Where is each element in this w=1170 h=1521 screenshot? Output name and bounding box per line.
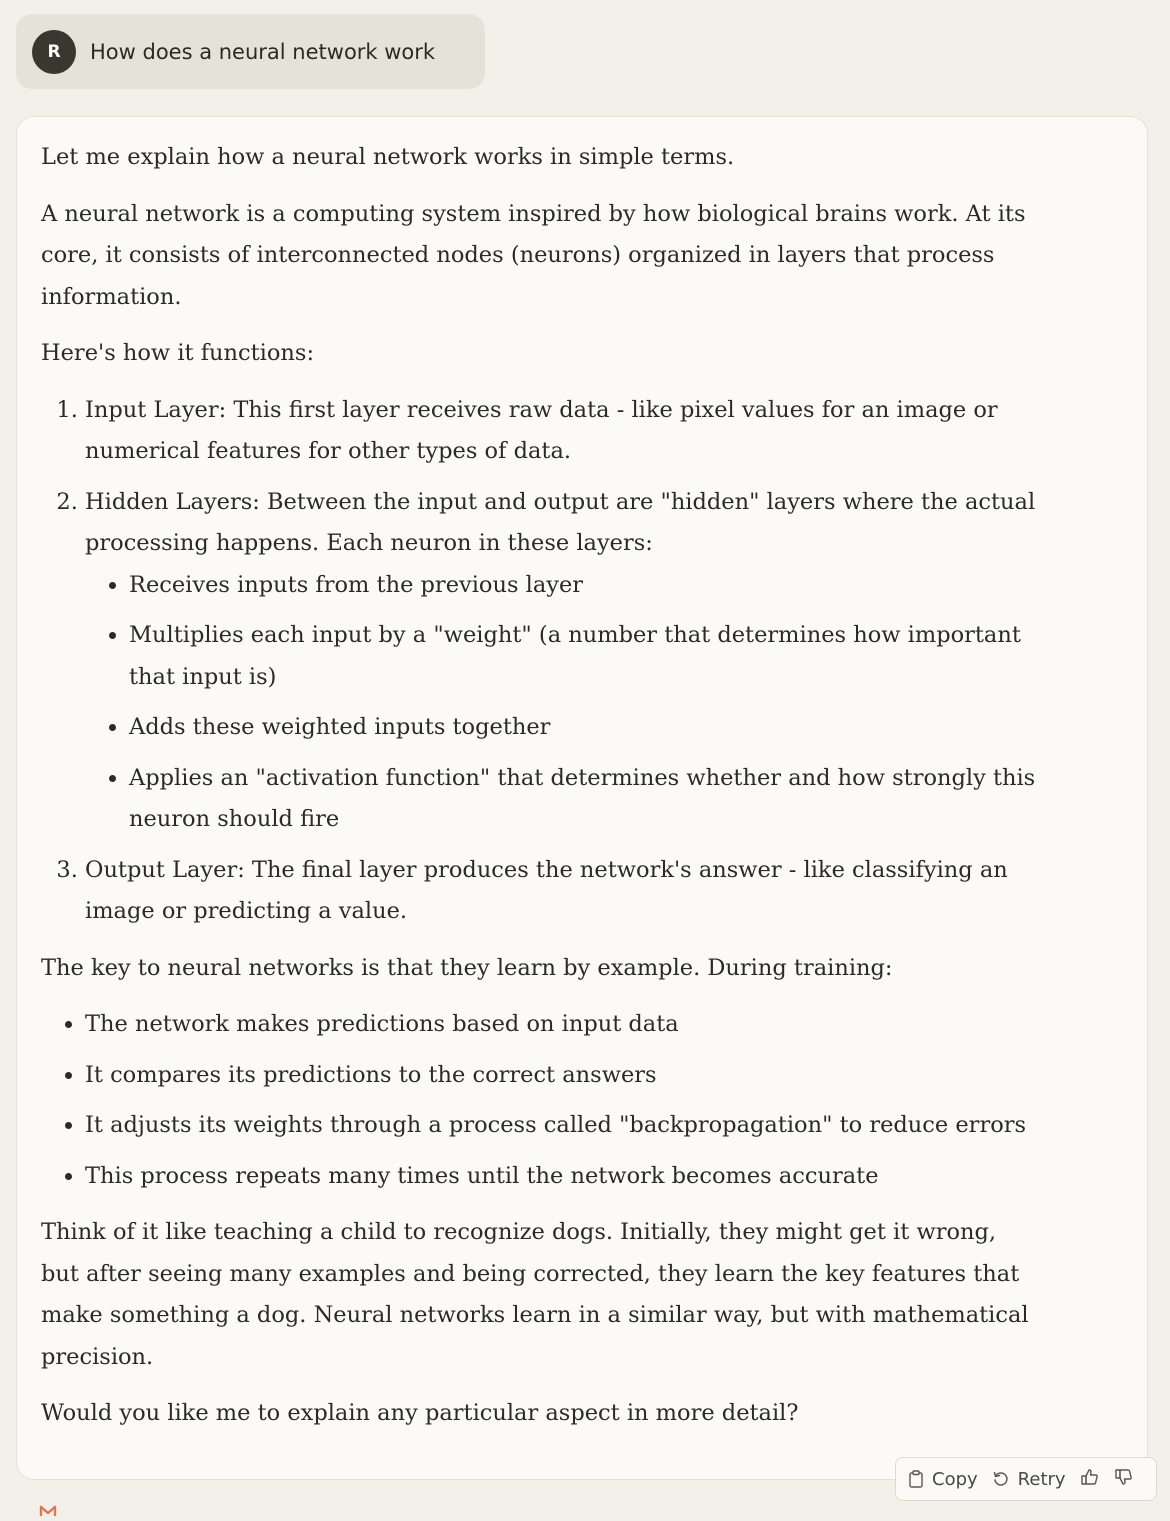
thumbs-down-icon [1114, 1467, 1134, 1492]
clipboard-icon [908, 1470, 924, 1488]
user-message-bubble: R How does a neural network work [16, 14, 485, 89]
user-message-text: How does a neural network work [90, 39, 436, 64]
step-text: Input Layer: This first layer receives r… [85, 396, 998, 465]
training-list: The network makes predictions based on i… [41, 1004, 1037, 1197]
retry-label: Retry [1017, 1468, 1066, 1490]
list-item: Hidden Layers: Between the input and out… [85, 482, 1037, 841]
assistant-logo-icon [36, 1501, 62, 1517]
avatar[interactable]: R [32, 29, 76, 74]
retry-icon [992, 1470, 1010, 1488]
copy-button[interactable]: Copy [908, 1469, 978, 1490]
list-item: It compares its predictions to the corre… [85, 1055, 1037, 1097]
list-item: The network makes predictions based on i… [85, 1004, 1037, 1046]
list-item: Input Layer: This first layer receives r… [85, 390, 1037, 473]
analogy-paragraph: Think of it like teaching a child to rec… [41, 1219, 1029, 1370]
list-item: Output Layer: The final layer produces t… [85, 850, 1037, 933]
response-intro: Let me explain how a neural network work… [41, 144, 735, 170]
list-item: Multiplies each input by a "weight" (a n… [129, 615, 1037, 698]
thumbs-up-icon [1080, 1467, 1100, 1492]
hidden-layer-steps: Receives inputs from the previous layer … [85, 565, 1037, 841]
training-intro: The key to neural networks is that they … [41, 954, 893, 981]
list-item: It adjusts its weights through a process… [85, 1105, 1037, 1147]
layers-list: Input Layer: This first layer receives r… [41, 390, 1037, 933]
list-item: This process repeats many times until th… [85, 1156, 1037, 1198]
copy-label: Copy [932, 1468, 978, 1490]
list-item: Receives inputs from the previous layer [129, 565, 1037, 607]
assistant-response: Let me explain how a neural network work… [16, 116, 1148, 1480]
closing-question: Would you like me to explain any particu… [41, 1400, 799, 1426]
list-item: Adds these weighted inputs together [129, 707, 1037, 749]
thumbs-up-button[interactable] [1080, 1467, 1100, 1492]
list-item: Applies an "activation function" that de… [129, 758, 1037, 841]
functions-heading: Here's how it functions: [41, 340, 315, 366]
response-definition: A neural network is a computing system i… [41, 200, 1026, 310]
thumbs-down-button[interactable] [1114, 1467, 1134, 1492]
step-text: Hidden Layers: Between the input and out… [85, 488, 1036, 557]
retry-button[interactable]: Retry [992, 1469, 1066, 1490]
message-actions-bar: Copy Retry [895, 1457, 1157, 1501]
step-text: Output Layer: The final layer produces t… [85, 856, 1008, 925]
